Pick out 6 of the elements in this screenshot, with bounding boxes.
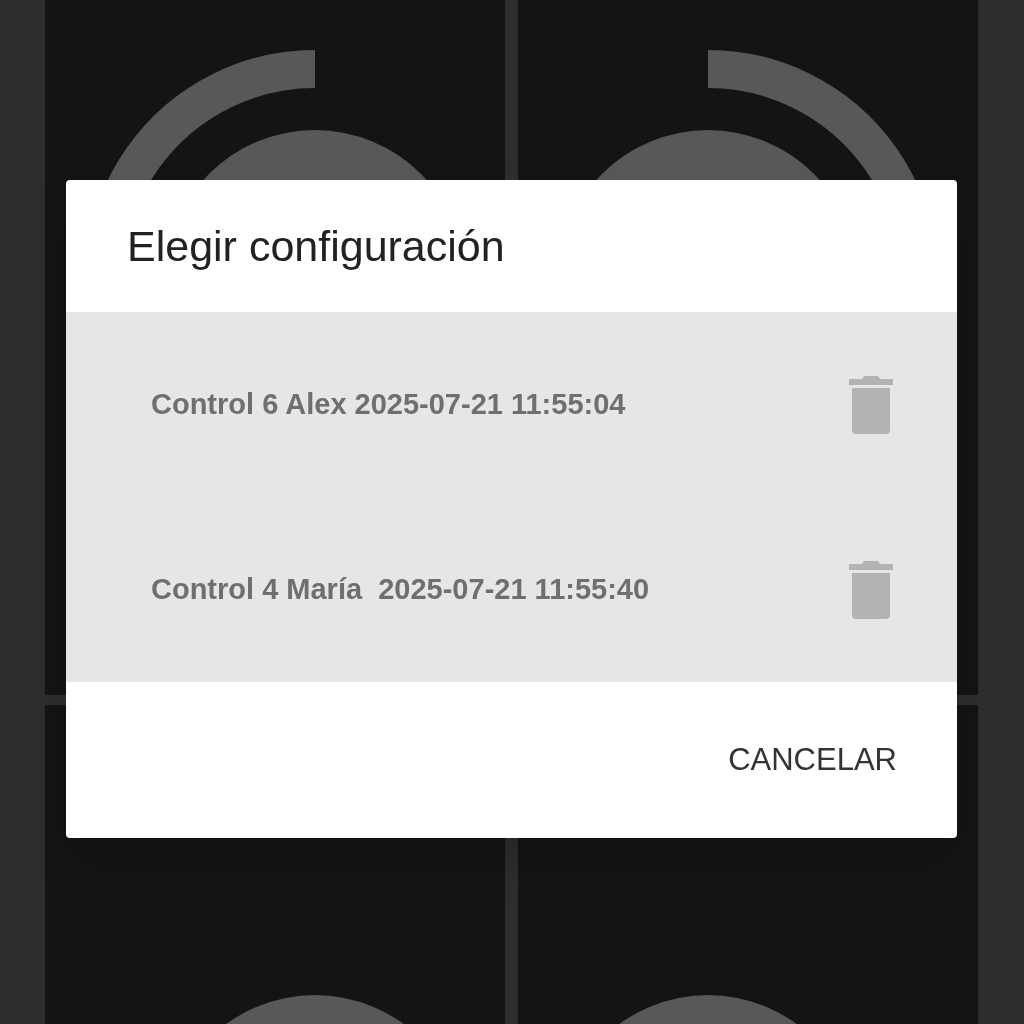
dialog-title: Elegir configuración [127, 220, 505, 272]
cancel-button[interactable]: CANCELAR [728, 728, 897, 792]
delete-icon[interactable] [849, 375, 893, 434]
delete-icon[interactable] [849, 560, 893, 619]
configuration-item[interactable]: Control 4 María 2025-07-21 11:55:40 [151, 567, 650, 612]
configuration-item[interactable]: Control 6 Alex 2025-07-21 11:55:04 [151, 382, 626, 427]
